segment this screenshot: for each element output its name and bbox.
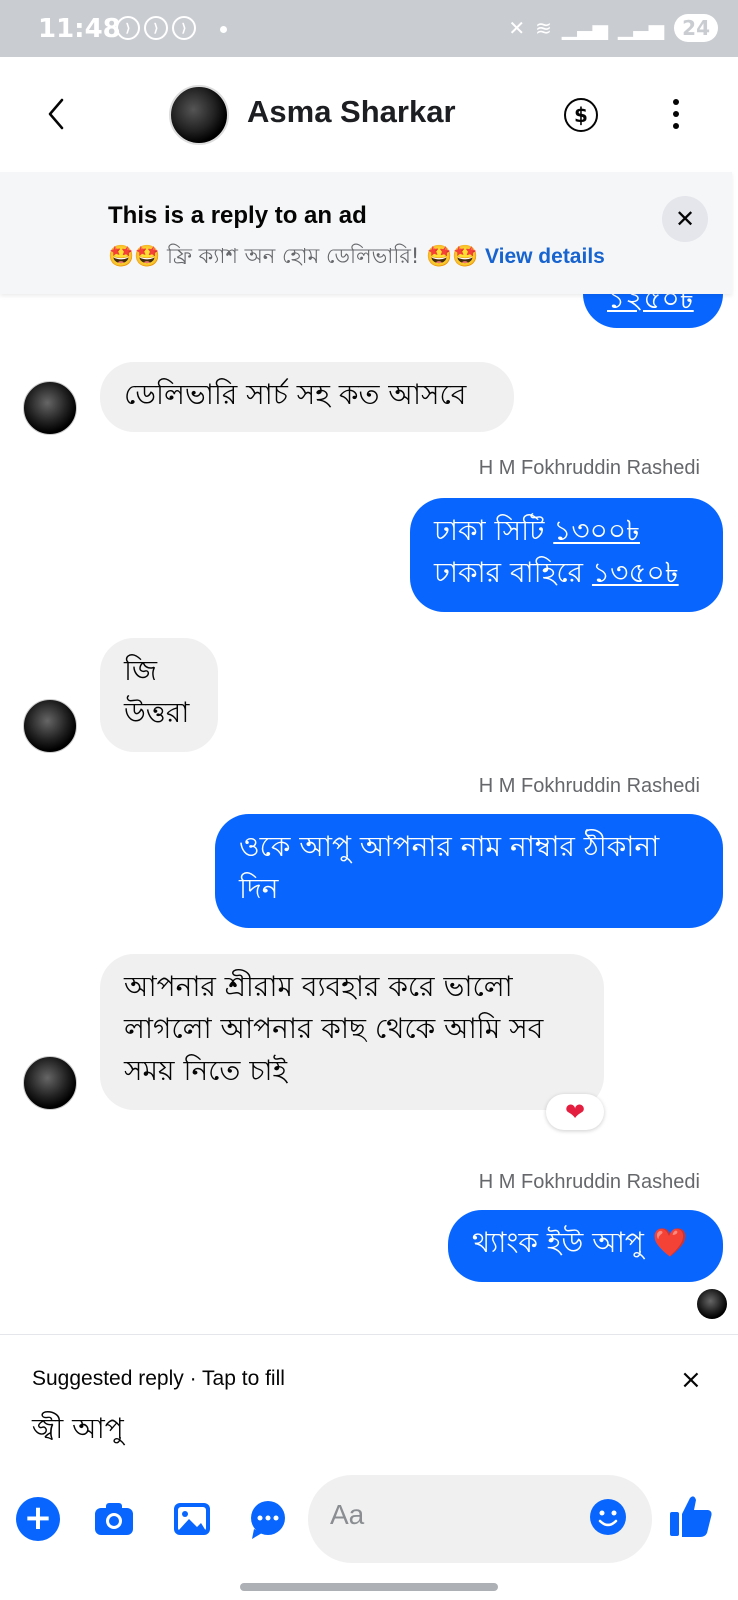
- signal-icon-2: ▁▃▅: [618, 16, 665, 40]
- dollar-icon[interactable]: $: [564, 98, 598, 132]
- signal-icon: ▁▃▅: [561, 16, 608, 40]
- message-text: ঢাকা সিটি ১৩০০৳: [434, 514, 640, 547]
- battery-icon: 24: [674, 14, 718, 42]
- status-time: 11:48: [38, 14, 121, 44]
- message-bubble-incoming[interactable]: ডেলিভারি সার্চ সহ কত আসবে: [100, 362, 514, 432]
- wifi-icon: ≋: [535, 16, 552, 40]
- more-options-icon[interactable]: [668, 99, 684, 133]
- close-suggestion-icon[interactable]: ×: [680, 1365, 702, 1395]
- chevron-left-icon: [48, 98, 64, 130]
- notification-icon: ⟩: [172, 16, 196, 40]
- sender-avatar[interactable]: [23, 699, 77, 753]
- message-bubble-outgoing[interactable]: ১২৫০৳: [583, 294, 723, 328]
- sender-name: H M Fokhruddin Rashedi: [478, 775, 700, 797]
- ad-banner-text: 🤩🤩 ফ্রি ক্যাশ অন হোম ডেলিভারি! 🤩🤩 View d…: [108, 240, 605, 275]
- message-text: থ্যাংক ইউ আপু ❤️: [472, 1226, 688, 1259]
- contact-avatar[interactable]: [169, 85, 229, 145]
- contact-name[interactable]: Asma Sharkar: [247, 94, 456, 130]
- star-eyes-emoji-icon: 🤩🤩: [108, 244, 161, 268]
- notification-dot-icon: [220, 26, 227, 33]
- ad-reply-banner: This is a reply to an ad 🤩🤩 ফ্রি ক্যাশ অ…: [0, 172, 732, 294]
- home-indicator[interactable]: [240, 1583, 498, 1591]
- gesture-bar: [0, 1574, 738, 1600]
- close-icon[interactable]: ✕: [662, 196, 708, 242]
- gallery-icon[interactable]: [170, 1497, 214, 1541]
- sender-name: H M Fokhruddin Rashedi: [478, 1171, 700, 1193]
- suggested-reply-label: Suggested reply · Tap to fill: [32, 1367, 285, 1390]
- chat-bubble-icon[interactable]: [246, 1497, 290, 1541]
- message-text: আপনার শ্রীরাম ব্যবহার করে ভালো লাগলো আপন…: [124, 970, 544, 1087]
- message-input[interactable]: Aa: [308, 1475, 652, 1563]
- message-bubble-outgoing[interactable]: ঢাকা সিটি ১৩০০৳ ঢাকার বাহিরে ১৩৫০৳: [410, 498, 723, 612]
- plus-icon[interactable]: +: [16, 1497, 60, 1541]
- ad-banner-title: This is a reply to an ad: [108, 202, 367, 229]
- message-bubble-outgoing[interactable]: থ্যাংক ইউ আপু ❤️: [448, 1210, 723, 1282]
- notification-icon: ⟩: [116, 16, 140, 40]
- notification-icon: ⟩: [144, 16, 168, 40]
- star-eyes-emoji-icon: 🤩🤩: [426, 244, 479, 268]
- message-text: ঢাকার বাহিরে ১৩৫০৳: [434, 556, 679, 589]
- message-bubble-incoming[interactable]: আপনার শ্রীরাম ব্যবহার করে ভালো লাগলো আপন…: [100, 954, 604, 1110]
- view-details-link[interactable]: View details: [485, 245, 605, 268]
- suggested-reply-text[interactable]: জ্বী আপু: [32, 1407, 124, 1454]
- chat-header: Asma Sharkar $: [0, 57, 738, 172]
- emoji-icon[interactable]: [588, 1497, 628, 1537]
- message-list: ১২৫০৳ ডেলিভারি সার্চ সহ কত আসবে H M Fokh…: [0, 294, 738, 1334]
- message-input-placeholder: Aa: [330, 1499, 365, 1530]
- mute-icon: ✕: [508, 16, 526, 40]
- seen-receipt-avatar: [697, 1289, 727, 1319]
- message-text: ডেলিভারি সার্চ সহ কত আসবে: [124, 378, 467, 411]
- back-button[interactable]: [40, 92, 76, 136]
- thumbs-up-icon[interactable]: [668, 1492, 714, 1540]
- notification-icons: ⟩ ⟩ ⟩: [116, 16, 196, 40]
- message-bubble-outgoing[interactable]: ওকে আপু আপনার নাম নাম্বার ঠীকানা দিন: [215, 814, 723, 928]
- camera-icon[interactable]: [92, 1497, 136, 1541]
- heart-reaction-icon[interactable]: ❤: [546, 1094, 604, 1130]
- sender-name: H M Fokhruddin Rashedi: [478, 457, 700, 479]
- message-composer: + Aa: [0, 1464, 738, 1574]
- message-text: উত্তরা: [124, 696, 190, 729]
- message-text: জি: [124, 654, 158, 687]
- message-bubble-incoming[interactable]: জি উত্তরা: [100, 638, 218, 752]
- message-text: ওকে আপু আপনার নাম নাম্বার ঠীকানা দিন: [239, 830, 660, 905]
- status-bar: 11:48 ⟩ ⟩ ⟩ ✕ ≋ ▁▃▅ ▁▃▅ 24: [0, 0, 738, 57]
- sender-avatar[interactable]: [23, 381, 77, 435]
- ad-text: ফ্রি ক্যাশ অন হোম ডেলিভারি!: [166, 244, 420, 268]
- suggested-reply-panel: Suggested reply · Tap to fill জ্বী আপু ×: [0, 1334, 738, 1465]
- sender-avatar[interactable]: [23, 1056, 77, 1110]
